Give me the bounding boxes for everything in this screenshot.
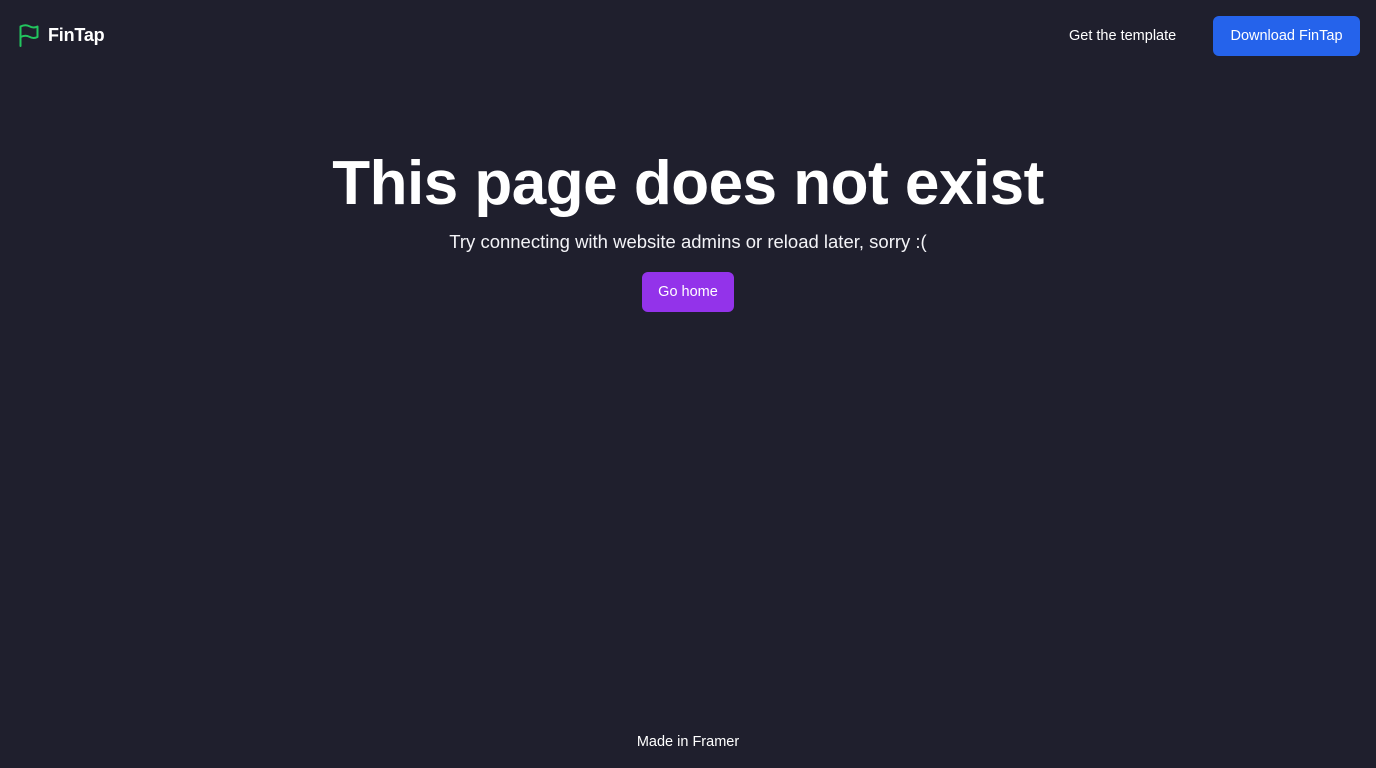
flag-icon xyxy=(18,24,39,47)
top-navbar: FinTap Get the template Download FinTap xyxy=(0,0,1376,72)
made-in-framer-badge[interactable]: Made in Framer xyxy=(0,732,1376,752)
go-home-button[interactable]: Go home xyxy=(642,272,734,312)
page-title: This page does not exist xyxy=(332,149,1044,218)
page-subtitle: Try connecting with website admins or re… xyxy=(449,231,927,252)
download-button[interactable]: Download FinTap xyxy=(1213,16,1360,56)
get-template-link[interactable]: Get the template xyxy=(1069,26,1176,46)
brand-name: FinTap xyxy=(48,25,105,45)
brand-logo[interactable]: FinTap xyxy=(18,24,105,47)
not-found-page: FinTap Get the template Download FinTap … xyxy=(0,0,1376,768)
